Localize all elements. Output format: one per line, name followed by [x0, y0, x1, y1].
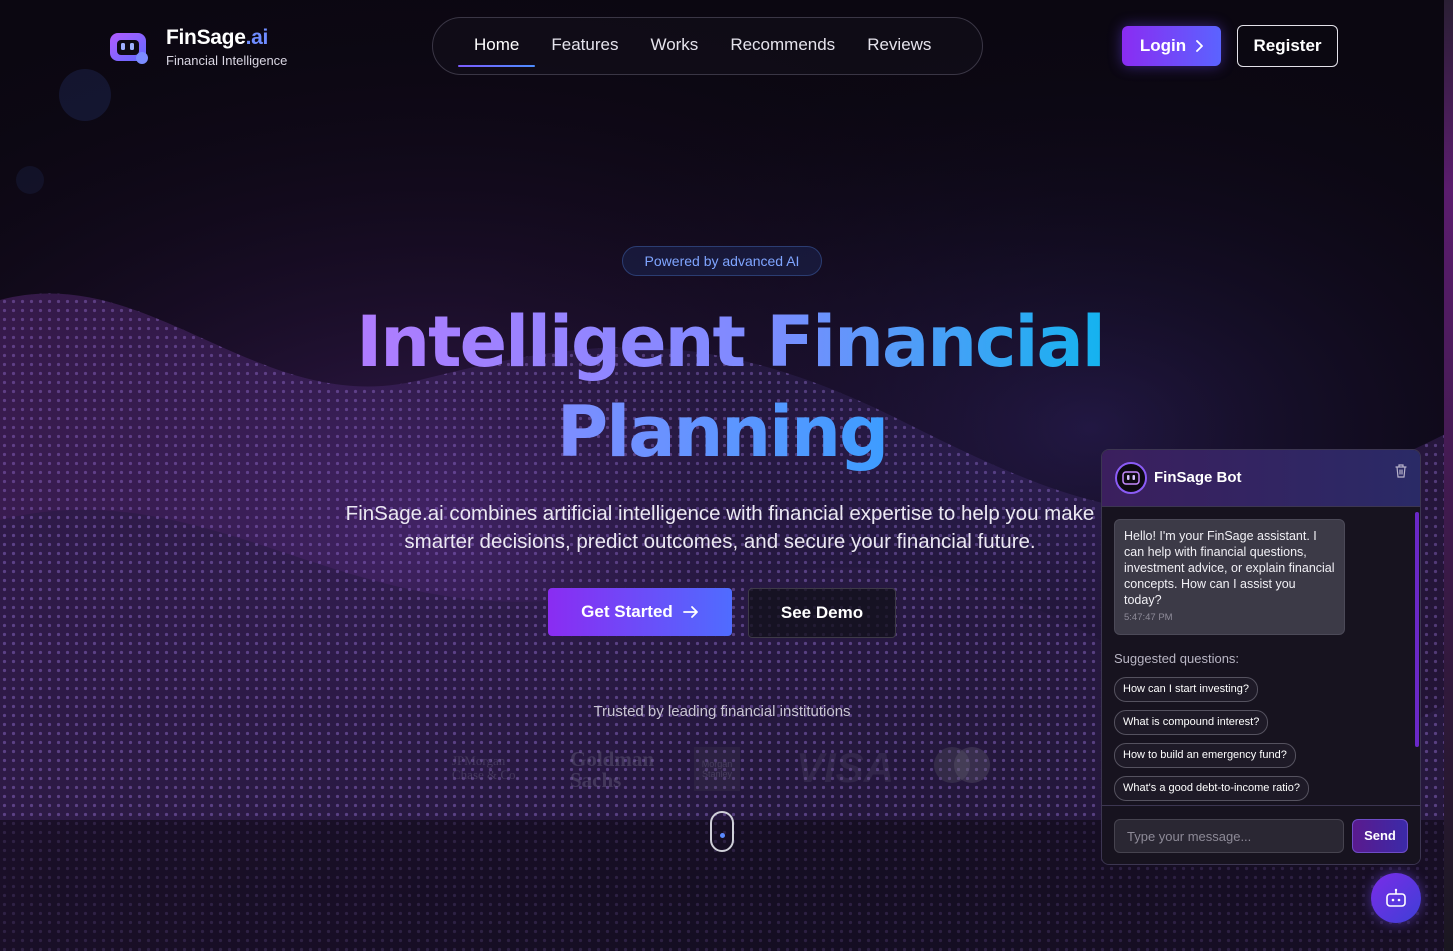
- suggestion-chip-emergency-fund[interactable]: How to build an emergency fund?: [1114, 743, 1296, 768]
- nav-item-home[interactable]: Home: [458, 17, 536, 75]
- main-nav: Home Features Works Recommends Reviews: [432, 17, 983, 75]
- nav-item-reviews[interactable]: Reviews: [851, 17, 947, 75]
- nav-item-features[interactable]: Features: [535, 17, 634, 75]
- suggestion-chip-debt-ratio[interactable]: What's a good debt-to-income ratio?: [1114, 776, 1309, 801]
- morgan-stanley-logo: Morgan Stanley: [694, 747, 740, 791]
- hero-description: FinSage.ai combines artificial intellige…: [345, 502, 1095, 553]
- see-demo-button[interactable]: See Demo: [748, 588, 896, 638]
- register-button[interactable]: Register: [1237, 25, 1338, 67]
- robot-chat-icon[interactable]: [1371, 873, 1421, 923]
- hero-title-word-intelligent: Intelligent: [356, 301, 744, 383]
- brand-name-main: FinSage: [166, 26, 246, 49]
- brand-name-suffix: .ai: [245, 26, 269, 49]
- login-label: Login: [1139, 36, 1187, 55]
- ai-badge: Powered by advanced AI: [622, 246, 822, 276]
- chevron-right-icon: [1196, 40, 1204, 52]
- hero-title: Intelligent Financial Planning: [356, 301, 1106, 473]
- chat-message-input[interactable]: [1114, 819, 1344, 853]
- send-button[interactable]: Send: [1352, 819, 1408, 853]
- visa-logo: VISA: [796, 744, 895, 791]
- brand-name[interactable]: FinSage.ai: [166, 26, 268, 50]
- hero-title-word-financial: Financial: [766, 301, 1103, 383]
- arrow-right-icon: [682, 606, 698, 618]
- svg-text:Intelligent Financial: Intelligent Financial: [356, 301, 1104, 383]
- window-scrollbar[interactable]: [1444, 0, 1453, 951]
- brand-tagline: Financial Intelligence: [166, 53, 288, 68]
- robot-logo-icon[interactable]: [108, 28, 150, 66]
- get-started-button[interactable]: Get Started: [548, 588, 732, 636]
- bot-avatar-icon: [1115, 462, 1147, 494]
- bot-message-time: 5:47:47 PM: [1124, 612, 1173, 623]
- suggested-questions-label: Suggested questions:: [1114, 651, 1240, 666]
- chat-scrollbar[interactable]: [1415, 512, 1419, 747]
- login-button[interactable]: Login: [1122, 26, 1221, 66]
- see-demo-label: See Demo: [780, 603, 864, 622]
- bot-message-text: Hello! I'm your FinSage assistant. I can…: [1124, 529, 1335, 607]
- register-label: Register: [1253, 36, 1322, 55]
- suggestion-chip-investing[interactable]: How can I start investing?: [1114, 677, 1258, 702]
- trusted-by-text: Trusted by leading financial institution…: [593, 703, 851, 720]
- mastercard-logo: [930, 745, 994, 785]
- nav-item-works[interactable]: Works: [634, 17, 714, 75]
- chat-input-bar: Send: [1102, 805, 1420, 864]
- hero-title-word-planning: Planning: [557, 391, 887, 473]
- bot-message: Hello! I'm your FinSage assistant. I can…: [1114, 519, 1345, 635]
- jpmorgan-logo: JPMorgan Chase & Co.: [452, 753, 519, 782]
- chat-messages[interactable]: Hello! I'm your FinSage assistant. I can…: [1102, 507, 1420, 805]
- get-started-label: Get Started: [581, 602, 673, 621]
- chatbot-header: FinSage Bot: [1102, 450, 1420, 507]
- chatbot-title: FinSage Bot: [1154, 469, 1242, 486]
- trash-icon[interactable]: [1394, 463, 1408, 478]
- nav-item-recommends[interactable]: Recommends: [714, 17, 851, 75]
- chatbot-panel: FinSage Bot Hello! I'm your FinSage assi…: [1101, 449, 1421, 865]
- mouse-scroll-icon[interactable]: [710, 811, 734, 852]
- scroll-dot: [720, 833, 725, 838]
- suggestion-chip-compound-interest[interactable]: What is compound interest?: [1114, 710, 1269, 735]
- goldman-sachs-logo: Goldman Sachs: [570, 747, 655, 792]
